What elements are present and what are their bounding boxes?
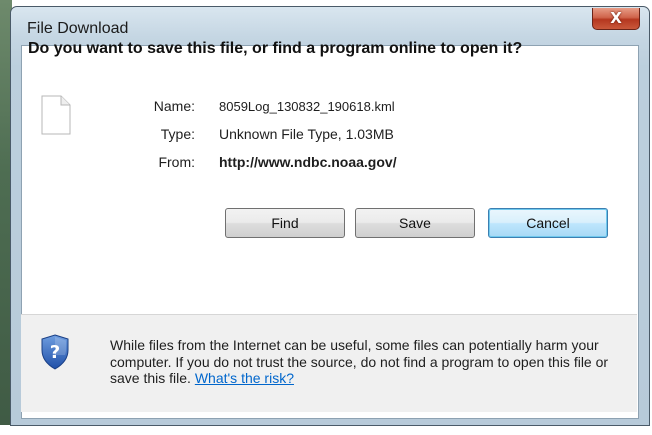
type-value: Unknown File Type, 1.03MB [219, 126, 394, 142]
whats-the-risk-link[interactable]: What's the risk? [195, 370, 294, 386]
save-button[interactable]: Save [355, 208, 475, 238]
dialog-question: Do you want to save this file, or find a… [28, 40, 523, 57]
window-title: File Download [27, 20, 129, 37]
type-label: Type: [160, 126, 195, 142]
close-button[interactable]: X [592, 8, 640, 30]
desktop-background-bottom [0, 425, 652, 435]
name-value: 8059Log_130832_190618.kml [219, 99, 395, 114]
from-value: http://www.ndbc.noaa.gov/ [219, 154, 397, 170]
find-button[interactable]: Find [225, 208, 345, 238]
security-warning: While files from the Internet can be use… [110, 337, 610, 387]
svg-text:?: ? [50, 342, 60, 363]
cancel-button[interactable]: Cancel [488, 208, 608, 238]
from-label: From: [158, 154, 195, 170]
security-shield-question-icon: ? [41, 334, 69, 370]
warning-text: While files from the Internet can be use… [110, 337, 609, 386]
blank-file-icon [41, 95, 71, 135]
close-icon: X [610, 9, 622, 27]
name-label: Name: [153, 98, 195, 114]
